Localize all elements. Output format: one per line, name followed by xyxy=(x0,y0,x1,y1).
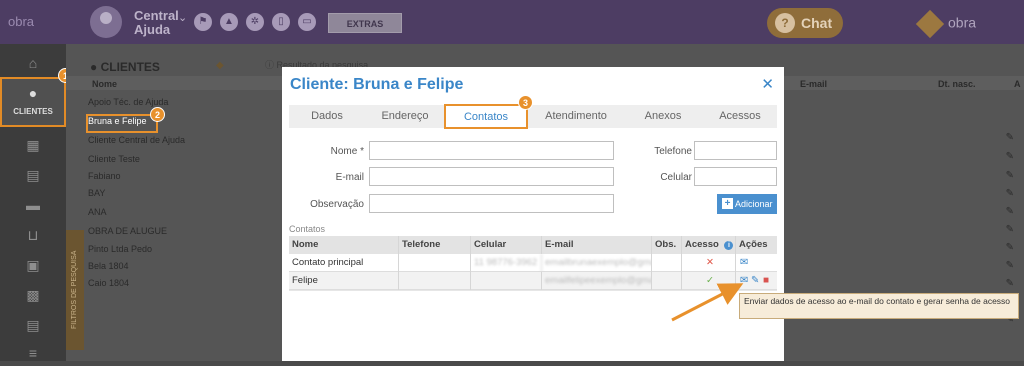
annotation-arrow xyxy=(671,283,744,322)
